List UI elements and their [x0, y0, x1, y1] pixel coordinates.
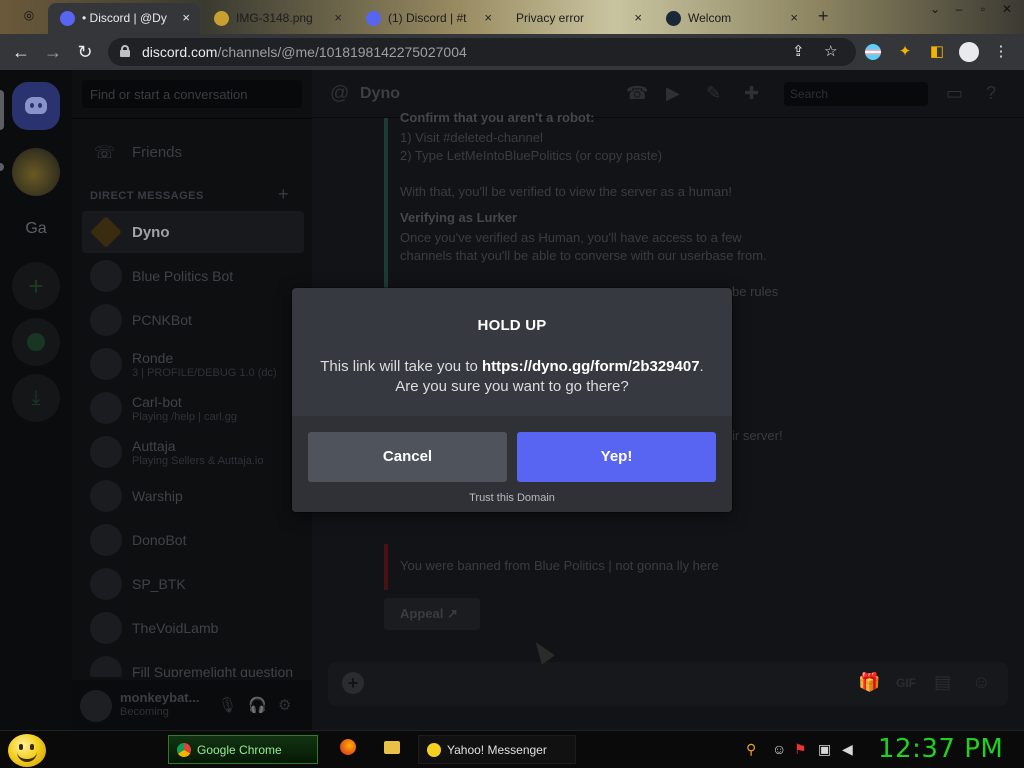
extensions-puzzle-icon[interactable]: ✦	[894, 41, 916, 63]
more-menu-icon[interactable]: ⋮	[990, 41, 1012, 63]
image-favicon-icon	[214, 11, 229, 26]
tab-discord-dyno[interactable]: • Discord | @Dy ×	[48, 3, 200, 34]
confirm-button[interactable]: Yep!	[517, 432, 716, 482]
lock-icon[interactable]	[120, 45, 130, 57]
modal-title: HOLD UP	[477, 317, 547, 334]
discord-favicon-icon	[60, 11, 75, 26]
search-icon[interactable]: ⚲	[746, 741, 756, 758]
cancel-button[interactable]: Cancel	[308, 432, 507, 482]
steam-favicon-icon	[666, 11, 681, 26]
firefox-icon[interactable]	[340, 739, 358, 757]
leaving-discord-modal: HOLD UP This link will take you to https…	[292, 288, 732, 512]
tab-label: • Discord | @Dy	[82, 11, 167, 25]
tab-close-icon[interactable]: ×	[334, 10, 342, 25]
chrome-icon	[177, 743, 191, 757]
url-path: /channels/@me/1018198142275027004	[217, 44, 467, 60]
reload-icon[interactable]: ↻	[74, 41, 96, 63]
chrome-menu-icon[interactable]: ◎	[18, 8, 40, 24]
taskbar: Google Chrome Yahoo! Messenger ⚲ ☺ ⚑ ▣ ◀…	[0, 730, 1024, 768]
volume-icon[interactable]: ◀	[842, 741, 853, 758]
action-center-flag-icon[interactable]: ⚑	[794, 741, 807, 758]
url-text[interactable]: discord.com/channels/@me/101819814227502…	[142, 44, 467, 60]
modal-link: https://dyno.gg/form/2b329407	[482, 358, 700, 375]
taskbar-clock[interactable]: 12:37 PM	[878, 734, 1003, 764]
tab-close-icon[interactable]: ×	[182, 10, 190, 25]
maximize-icon[interactable]: ▫	[972, 2, 994, 18]
task-label: Yahoo! Messenger	[447, 743, 547, 757]
browser-toolbar: ← → ↻ discord.com/channels/@me/101819814…	[0, 34, 1024, 70]
tab-label: Welcom	[688, 11, 732, 25]
tab-label: Privacy error	[516, 11, 585, 25]
tab-privacy-error[interactable]: Privacy error ×	[504, 3, 652, 34]
task-label: Google Chrome	[197, 743, 282, 757]
screen: { "browser": { "tabs": [ {"label": "• Di…	[0, 0, 1024, 768]
forward-icon[interactable]: →	[42, 41, 64, 63]
back-icon[interactable]: ←	[10, 41, 32, 63]
profile-avatar-icon[interactable]	[958, 41, 980, 63]
trust-domain-link[interactable]: Trust this Domain	[292, 492, 732, 504]
start-smiley-icon[interactable]	[8, 734, 46, 767]
tab-image[interactable]: IMG-3148.png ×	[202, 3, 352, 34]
address-bar[interactable]: discord.com/channels/@me/101819814227502…	[108, 38, 856, 66]
taskbar-yahoo-messenger[interactable]: Yahoo! Messenger	[418, 735, 576, 764]
taskbar-chrome[interactable]: Google Chrome	[168, 735, 318, 764]
minimize-icon[interactable]: –	[948, 2, 970, 18]
yahoo-smiley-icon	[427, 743, 441, 757]
side-panel-icon[interactable]: ◧	[926, 41, 948, 63]
tab-label: (1) Discord | #t	[388, 11, 467, 25]
modal-question: Are you sure you want to go there?	[395, 378, 629, 395]
discord-app: Ga + ⤓ Find or start a conversation ☏ Fr…	[0, 70, 1024, 730]
tab-steam-welcome[interactable]: Welcom ×	[654, 3, 808, 34]
modal-body-suffix: .	[699, 358, 704, 375]
folder-icon[interactable]	[384, 739, 402, 757]
new-tab-button[interactable]: +	[818, 6, 829, 27]
modal-body: This link will take you to https://dyno.…	[292, 357, 732, 397]
tab-label: IMG-3148.png	[236, 11, 313, 25]
close-window-icon[interactable]: ✕	[996, 2, 1018, 18]
browser-tab-strip: ◎ • Discord | @Dy × IMG-3148.png × (1) D…	[0, 0, 1024, 34]
extension-flag-icon[interactable]	[862, 41, 884, 63]
tab-search-icon[interactable]: ⌄	[924, 2, 946, 18]
discord-favicon-icon	[366, 11, 381, 26]
tab-close-icon[interactable]: ×	[634, 10, 642, 25]
modal-footer: Cancel Yep! Trust this Domain	[292, 416, 732, 512]
modal-body-prefix: This link will take you to	[320, 358, 482, 375]
tab-discord-2[interactable]: (1) Discord | #t ×	[354, 3, 502, 34]
tab-close-icon[interactable]: ×	[484, 10, 492, 25]
bookmark-star-icon[interactable]: ☆	[824, 42, 837, 60]
network-icon[interactable]: ▣	[818, 741, 831, 758]
tab-close-icon[interactable]: ×	[790, 10, 798, 25]
tray-smiley-icon[interactable]: ☺	[772, 741, 786, 757]
url-host: discord.com	[142, 44, 218, 60]
share-icon[interactable]: ⇪	[792, 42, 805, 60]
